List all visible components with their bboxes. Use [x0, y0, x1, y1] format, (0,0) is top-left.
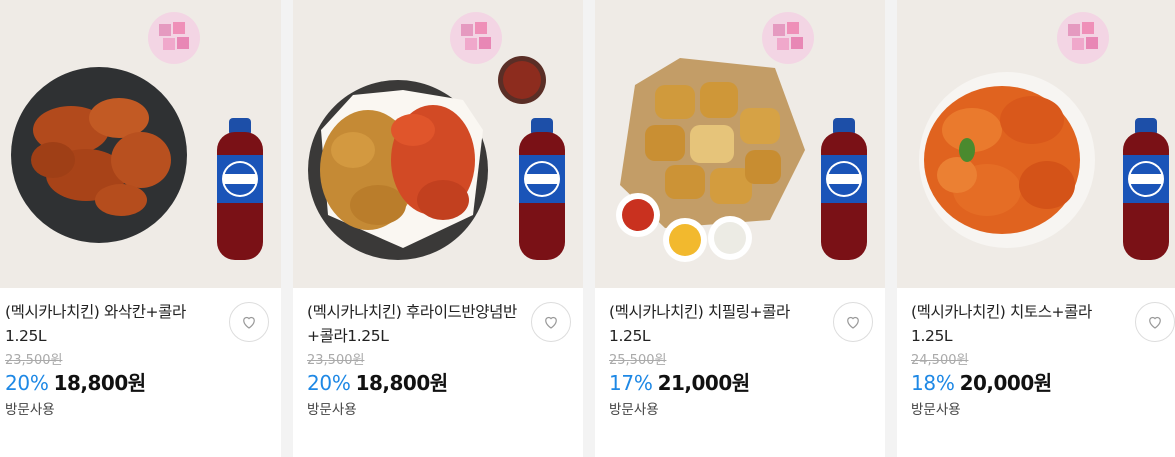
original-price: 23,500원 [5, 353, 63, 368]
original-price: 24,500원 [911, 353, 969, 368]
original-price: 25,500원 [609, 353, 667, 368]
wishlist-button[interactable] [229, 302, 269, 342]
discount-rate: 17% [609, 371, 653, 395]
usage-type: 방문사용 [609, 402, 659, 418]
discount-rate: 20% [5, 371, 49, 395]
sale-price: 18,800원 [355, 371, 449, 395]
product-title[interactable]: (멕시카나치킨) 후라이드반양념반+콜라1.25L [307, 300, 522, 348]
heart-outline-icon [545, 316, 557, 329]
product-image[interactable] [595, 0, 885, 288]
original-price: 23,500원 [307, 353, 365, 368]
product-card[interactable]: (멕시카나치킨) 와삭칸+콜라 1.25L 23,500원 20% 18,800… [0, 0, 281, 457]
discount-rate: 18% [911, 371, 955, 395]
usage-type: 방문사용 [307, 402, 357, 418]
product-title[interactable]: (멕시카나치킨) 치필링+콜라 1.25L [609, 300, 824, 348]
wishlist-button[interactable] [833, 302, 873, 342]
product-image[interactable] [0, 0, 281, 288]
product-image[interactable] [897, 0, 1175, 288]
wishlist-button[interactable] [1135, 302, 1175, 342]
product-title[interactable]: (멕시카나치킨) 와삭칸+콜라 1.25L [5, 300, 220, 348]
heart-outline-icon [847, 316, 859, 329]
sale-price: 21,000원 [657, 371, 751, 395]
product-image[interactable] [293, 0, 583, 288]
heart-outline-icon [243, 316, 255, 329]
usage-type: 방문사용 [5, 402, 55, 418]
product-card[interactable]: (멕시카나치킨) 치필링+콜라 1.25L 25,500원 17% 21,000… [595, 0, 885, 457]
product-card[interactable]: (멕시카나치킨) 치토스+콜라 1.25L 24,500원 18% 20,000… [897, 0, 1175, 457]
product-card[interactable]: (멕시카나치킨) 후라이드반양념반+콜라1.25L 23,500원 20% 18… [293, 0, 583, 457]
usage-type: 방문사용 [911, 402, 961, 418]
sale-price: 20,000원 [959, 371, 1053, 395]
discount-rate: 20% [307, 371, 351, 395]
wishlist-button[interactable] [531, 302, 571, 342]
product-title[interactable]: (멕시카나치킨) 치토스+콜라 1.25L [911, 300, 1126, 348]
sale-price: 18,800원 [53, 371, 147, 395]
heart-outline-icon [1149, 316, 1161, 329]
